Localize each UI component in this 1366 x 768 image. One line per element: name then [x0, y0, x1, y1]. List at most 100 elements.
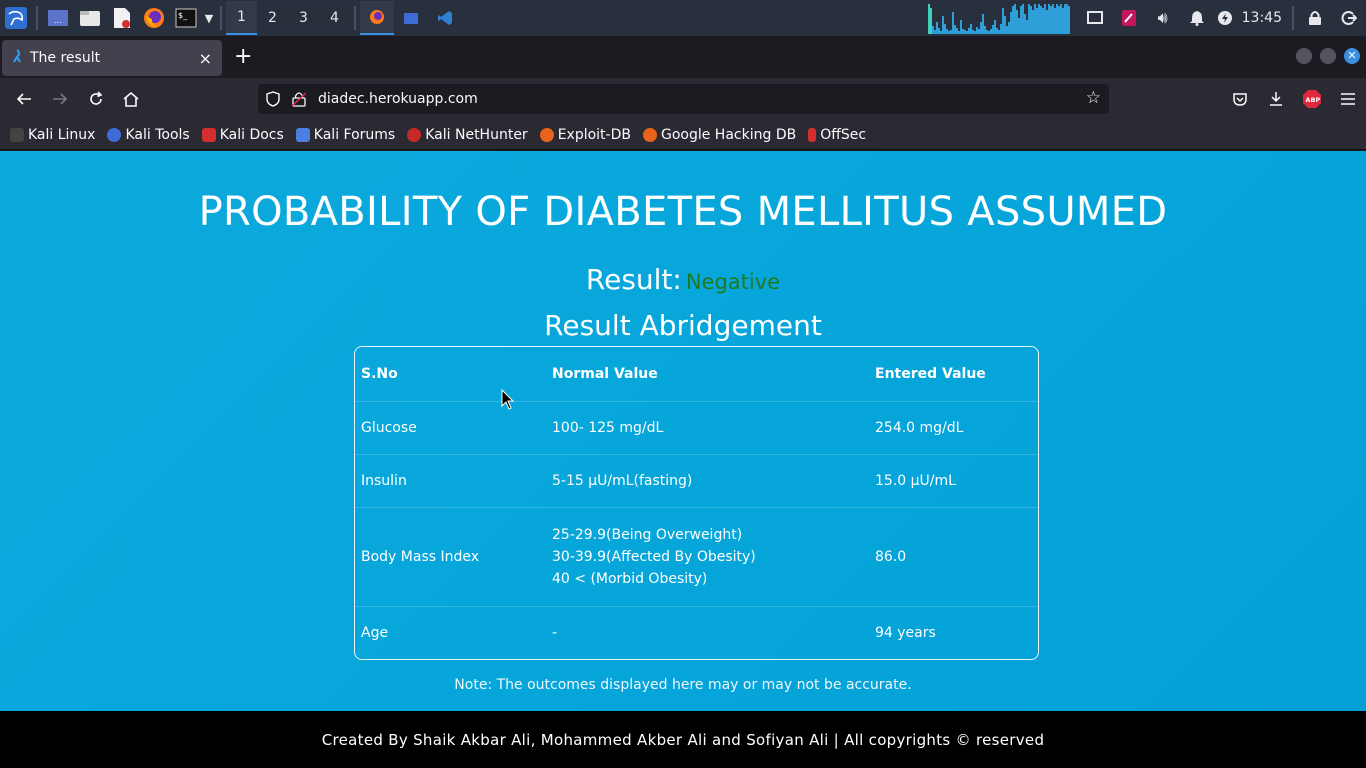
cpu-graph-bar	[1067, 6, 1070, 34]
close-window-button[interactable]: ✕	[1344, 48, 1360, 64]
taskbar-separator	[220, 6, 222, 30]
bookmark-google-hacking-db[interactable]: Google Hacking DB	[642, 126, 797, 143]
bookmark-kali-linux[interactable]: Kali Linux	[10, 127, 95, 143]
normal-line: 25-29.9(Being Overweight)	[552, 526, 743, 543]
result-value: Negative	[685, 270, 781, 294]
tab-title: The result	[30, 50, 101, 66]
hamburger-menu-icon[interactable]	[1335, 86, 1361, 112]
volume-icon[interactable]: 🔊︎	[1146, 0, 1180, 36]
row-name: Body Mass Index	[355, 506, 546, 606]
notification-bell-icon[interactable]	[1180, 0, 1214, 36]
os-taskbar: ... $_ ▼ 1 2 3 4 🔊︎ 13:45	[0, 0, 1366, 36]
tab-close-icon[interactable]: ×	[199, 49, 212, 68]
chevron-down-icon[interactable]: ▼	[202, 12, 216, 25]
bookmark-label: Google Hacking DB	[660, 126, 797, 143]
workspace-2[interactable]: 2	[257, 1, 288, 35]
pen-icon[interactable]	[1112, 0, 1146, 36]
system-tray: 🔊︎ 13:45	[927, 0, 1366, 36]
row-entered: 15.0 µU/mL	[869, 453, 1038, 507]
bookmark-offsec[interactable]: OffSec	[808, 127, 866, 143]
bookmark-label: Kali NetHunter	[425, 126, 528, 143]
vscode-window-icon[interactable]	[428, 1, 462, 35]
kali-dragon-icon	[10, 127, 24, 142]
mouse-cursor-icon	[501, 389, 515, 410]
row-normal: -	[546, 605, 869, 659]
new-tab-button[interactable]: +	[234, 46, 252, 68]
row-normal: 5-15 µU/mL(fasting)	[546, 453, 869, 507]
firefox-window-icon[interactable]	[360, 1, 394, 35]
shield-icon[interactable]	[266, 91, 280, 111]
result-label: Result:	[585, 263, 682, 296]
nethunter-icon	[407, 127, 422, 142]
window-controls: ✕	[1296, 48, 1360, 64]
display-icon[interactable]	[1078, 0, 1112, 36]
table-row: Age - 94 years	[355, 605, 1038, 659]
clock[interactable]: 13:45	[1236, 10, 1288, 26]
tab-favicon-icon	[12, 49, 22, 67]
result-table: S.No Normal Value Entered Value Glucose …	[355, 347, 1038, 659]
terminal-icon[interactable]: $_	[170, 2, 202, 34]
bookmark-kali-tools[interactable]: Kali Tools	[107, 126, 190, 143]
insecure-lock-icon[interactable]	[291, 91, 307, 111]
table-row: Glucose 100- 125 mg/dL 254.0 mg/dL	[355, 400, 1038, 454]
row-entered: 254.0 mg/dL	[869, 400, 1038, 454]
header-normal-value: Normal Value	[552, 365, 658, 382]
bookmark-label: Kali Tools	[125, 126, 190, 143]
bookmark-kali-nethunter[interactable]: Kali NetHunter	[407, 126, 528, 143]
downloads-icon[interactable]	[1263, 86, 1289, 112]
bookmark-label: Kali Linux	[28, 126, 96, 143]
folder-window-icon[interactable]	[394, 1, 428, 35]
kali-docs-icon	[201, 127, 216, 142]
show-desktop-icon[interactable]: ...	[42, 2, 74, 34]
home-icon[interactable]	[118, 86, 144, 112]
kali-forums-icon	[295, 127, 310, 142]
exploit-db-icon	[539, 127, 554, 142]
logout-icon[interactable]	[1332, 0, 1366, 36]
bookmark-exploit-db[interactable]: Exploit-DB	[539, 126, 631, 143]
bookmark-label: Kali Forums	[313, 126, 396, 143]
table-row: Body Mass Index 25-29.9(Being Overweight…	[355, 506, 1038, 606]
pocket-icon[interactable]	[1227, 86, 1253, 112]
file-manager-icon[interactable]	[74, 2, 106, 34]
cpu-monitor-graph	[927, 2, 1070, 34]
tab-the-result[interactable]: The result ×	[2, 40, 222, 76]
browser-tab-bar: The result × + ✕	[0, 36, 1366, 78]
table-header-row: S.No Normal Value Entered Value	[355, 347, 1038, 401]
bookmark-label: Exploit-DB	[557, 126, 631, 143]
bookmark-label: Kali Docs	[219, 126, 284, 143]
result-table-container: S.No Normal Value Entered Value Glucose …	[354, 346, 1039, 660]
lock-icon[interactable]	[1298, 0, 1332, 36]
back-arrow-icon[interactable]	[11, 86, 37, 112]
row-name: Glucose	[355, 400, 546, 454]
minimize-button[interactable]	[1296, 48, 1312, 64]
table-row: Insulin 5-15 µU/mL(fasting) 15.0 µU/mL	[355, 453, 1038, 507]
workspace-3[interactable]: 3	[288, 1, 319, 35]
bookmarks-toolbar: Kali Linux Kali Tools Kali Docs Kali For…	[0, 120, 1366, 150]
bookmark-kali-docs[interactable]: Kali Docs	[201, 126, 284, 143]
url-bar[interactable]: diadec.herokuapp.com ☆	[258, 84, 1109, 114]
workspace-1[interactable]: 1	[226, 1, 257, 35]
normal-line: 30-39.9(Affected By Obesity)	[552, 548, 756, 565]
maximize-button[interactable]	[1320, 48, 1336, 64]
adblock-plus-icon[interactable]: ABP	[1299, 86, 1325, 112]
svg-text:...: ...	[54, 16, 62, 25]
taskbar-separator	[1292, 6, 1294, 30]
power-manager-icon[interactable]	[1214, 0, 1236, 36]
accuracy-note: Note: The outcomes displayed here may or…	[454, 677, 912, 693]
text-editor-icon[interactable]	[106, 2, 138, 34]
workspace-4[interactable]: 4	[319, 1, 350, 35]
abridgement-title: Result Abridgement	[544, 309, 822, 342]
forward-arrow-icon[interactable]	[47, 86, 73, 112]
bookmark-kali-forums[interactable]: Kali Forums	[295, 126, 396, 143]
reload-icon[interactable]	[83, 86, 109, 112]
bookmark-star-icon[interactable]: ☆	[1086, 88, 1101, 108]
page-title: PROBABILITY OF DIABETES MELLITUS ASSUMED	[198, 189, 1168, 235]
header-sno: S.No	[361, 365, 398, 382]
kali-menu-icon[interactable]	[0, 2, 32, 34]
row-entered: 86.0	[869, 506, 1038, 606]
firefox-icon[interactable]	[138, 2, 170, 34]
taskbar-separator	[36, 6, 38, 30]
toolbar-right: ABP	[1222, 78, 1366, 120]
taskbar-separator	[354, 6, 356, 30]
offsec-icon	[808, 127, 817, 142]
